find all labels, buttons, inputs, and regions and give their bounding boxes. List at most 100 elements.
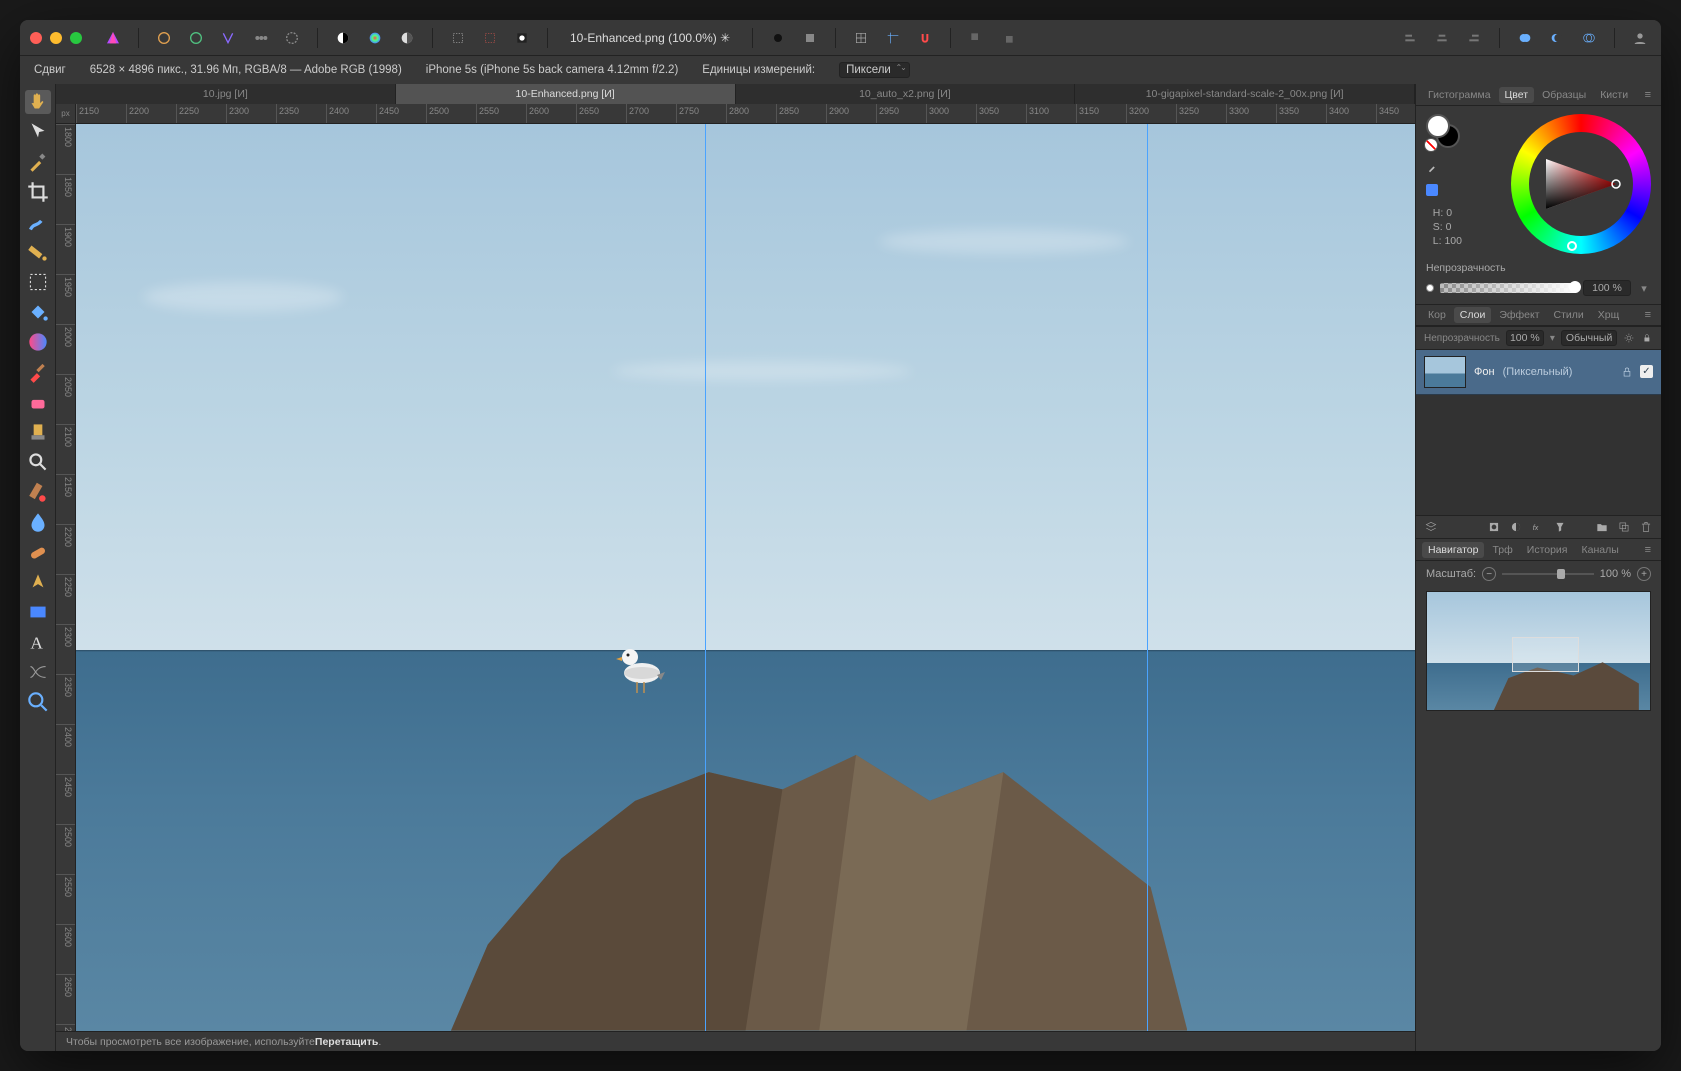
blend-mode-select[interactable]: Обычный bbox=[1561, 330, 1617, 346]
selection-brush-tool[interactable] bbox=[25, 210, 51, 234]
arrange-front-icon[interactable] bbox=[997, 27, 1019, 49]
flood-fill-tool[interactable] bbox=[25, 300, 51, 324]
primary-color-swatch[interactable] bbox=[1426, 114, 1450, 138]
trash-icon[interactable] bbox=[1639, 520, 1653, 534]
layer-opacity-value[interactable]: 100 % bbox=[1506, 330, 1544, 346]
selection-invert-icon[interactable] bbox=[479, 27, 501, 49]
layers-stack-icon[interactable] bbox=[1424, 520, 1438, 534]
lock-icon[interactable] bbox=[1641, 331, 1653, 345]
layer-visible-checkbox[interactable]: ✓ bbox=[1640, 365, 1653, 378]
flood-select-tool[interactable] bbox=[25, 240, 51, 264]
boolean-add-icon[interactable] bbox=[1514, 27, 1536, 49]
panel-menu-icon[interactable]: ≡ bbox=[1641, 89, 1655, 101]
snap-icon[interactable] bbox=[914, 27, 936, 49]
zoom-slider[interactable] bbox=[1502, 573, 1594, 575]
zoom-button[interactable] bbox=[70, 32, 82, 44]
move-tool[interactable] bbox=[25, 120, 51, 144]
document-tab[interactable]: 10-Enhanced.png [И] bbox=[396, 84, 736, 104]
blur-tool[interactable] bbox=[25, 510, 51, 534]
panel-tab[interactable]: Кисти bbox=[1594, 87, 1634, 103]
panel-tab[interactable]: Цвет bbox=[1499, 87, 1535, 103]
opacity-slider[interactable] bbox=[1440, 283, 1577, 293]
persona-photo-icon[interactable] bbox=[153, 27, 175, 49]
toggle-dark-icon[interactable] bbox=[767, 27, 789, 49]
color-swatches[interactable] bbox=[1426, 114, 1462, 150]
panel-tab[interactable]: История bbox=[1521, 542, 1574, 558]
units-select[interactable]: Пиксели bbox=[839, 62, 910, 78]
adjustment-levels-icon[interactable] bbox=[396, 27, 418, 49]
ruler-horizontal[interactable]: 2150220022502300235024002450250025502600… bbox=[76, 104, 1415, 124]
opacity-value[interactable]: 100 % bbox=[1583, 280, 1631, 296]
adjustment-bw-icon[interactable] bbox=[332, 27, 354, 49]
align-center-icon[interactable] bbox=[1431, 27, 1453, 49]
document-tab[interactable]: 10.jpg [И] bbox=[56, 84, 396, 104]
add-layer-icon[interactable] bbox=[1617, 520, 1631, 534]
gear-icon[interactable] bbox=[1623, 331, 1635, 345]
text-tool[interactable]: A bbox=[25, 630, 51, 654]
arrange-back-icon[interactable] bbox=[965, 27, 987, 49]
document-tab[interactable]: 10-gigapixel-standard-scale-2_00x.png [И… bbox=[1075, 84, 1415, 104]
boolean-intersect-icon[interactable] bbox=[1578, 27, 1600, 49]
guide-line[interactable] bbox=[705, 124, 706, 1031]
grid-icon[interactable] bbox=[850, 27, 872, 49]
panel-tab[interactable]: Слои bbox=[1454, 307, 1492, 323]
rectangle-tool[interactable] bbox=[25, 600, 51, 624]
align-left-icon[interactable] bbox=[1399, 27, 1421, 49]
clone-tool[interactable] bbox=[25, 420, 51, 444]
panel-tab[interactable]: Образцы bbox=[1536, 87, 1592, 103]
erase-tool[interactable] bbox=[25, 390, 51, 414]
zoom-out-button[interactable]: − bbox=[1482, 567, 1496, 581]
panel-tab[interactable]: Эффект bbox=[1493, 307, 1545, 323]
recent-color-chip[interactable] bbox=[1426, 184, 1438, 196]
boolean-subtract-icon[interactable] bbox=[1546, 27, 1568, 49]
panel-tab[interactable]: Гистограмма bbox=[1422, 87, 1497, 103]
zoom-tool[interactable] bbox=[25, 690, 51, 714]
panel-tab[interactable]: Трф bbox=[1486, 542, 1518, 558]
guides-icon[interactable] bbox=[882, 27, 904, 49]
canvas-viewport[interactable] bbox=[76, 124, 1415, 1031]
panel-menu-icon[interactable]: ≡ bbox=[1641, 544, 1655, 556]
pen-tool[interactable] bbox=[25, 570, 51, 594]
no-color-swatch[interactable] bbox=[1424, 138, 1438, 152]
panel-tab[interactable]: Стили bbox=[1548, 307, 1590, 323]
mesh-warp-tool[interactable] bbox=[25, 660, 51, 684]
persona-develop-icon[interactable] bbox=[217, 27, 239, 49]
persona-tone-icon[interactable] bbox=[249, 27, 271, 49]
panel-tab[interactable]: Кор bbox=[1422, 307, 1452, 323]
toggle-light-icon[interactable] bbox=[799, 27, 821, 49]
fx-icon[interactable]: fx bbox=[1531, 520, 1545, 534]
layer-lock-icon[interactable] bbox=[1620, 365, 1634, 379]
selection-new-icon[interactable] bbox=[447, 27, 469, 49]
zoom-in-button[interactable]: + bbox=[1637, 567, 1651, 581]
gradient-tool[interactable] bbox=[25, 330, 51, 354]
live-filter-icon[interactable] bbox=[1553, 520, 1567, 534]
eyedropper-icon[interactable] bbox=[1426, 160, 1440, 174]
crop-tool[interactable] bbox=[25, 180, 51, 204]
hand-tool[interactable] bbox=[25, 90, 51, 114]
layer-row[interactable]: Фон (Пиксельный) ✓ bbox=[1416, 350, 1661, 395]
adjustment-icon[interactable] bbox=[1509, 520, 1523, 534]
persona-liquify-icon[interactable] bbox=[185, 27, 207, 49]
adjustment-hsl-icon[interactable] bbox=[364, 27, 386, 49]
account-icon[interactable] bbox=[1629, 27, 1651, 49]
marquee-tool[interactable] bbox=[25, 270, 51, 294]
panel-tab[interactable]: Каналы bbox=[1575, 542, 1624, 558]
panel-tab[interactable]: Навигатор bbox=[1422, 542, 1484, 558]
dodge-tool[interactable] bbox=[25, 450, 51, 474]
ruler-unit[interactable]: px bbox=[56, 104, 76, 124]
align-right-icon[interactable] bbox=[1463, 27, 1485, 49]
inpainting-tool[interactable] bbox=[25, 480, 51, 504]
navigator-viewport-rect[interactable] bbox=[1512, 637, 1579, 672]
navigator-thumbnail[interactable] bbox=[1426, 591, 1651, 711]
opacity-menu-icon[interactable]: ▾ bbox=[1637, 282, 1651, 295]
panel-tab[interactable]: Хрщ bbox=[1592, 307, 1625, 323]
mask-icon[interactable] bbox=[1487, 520, 1501, 534]
panel-menu-icon[interactable]: ≡ bbox=[1641, 309, 1655, 321]
guide-line[interactable] bbox=[1147, 124, 1148, 1031]
group-icon[interactable] bbox=[1595, 520, 1609, 534]
close-button[interactable] bbox=[30, 32, 42, 44]
ruler-vertical[interactable]: 1800185019001950200020502100215022002250… bbox=[56, 124, 76, 1031]
minimize-button[interactable] bbox=[50, 32, 62, 44]
paint-brush-tool[interactable] bbox=[25, 360, 51, 384]
document-tab[interactable]: 10_auto_x2.png [И] bbox=[736, 84, 1076, 104]
